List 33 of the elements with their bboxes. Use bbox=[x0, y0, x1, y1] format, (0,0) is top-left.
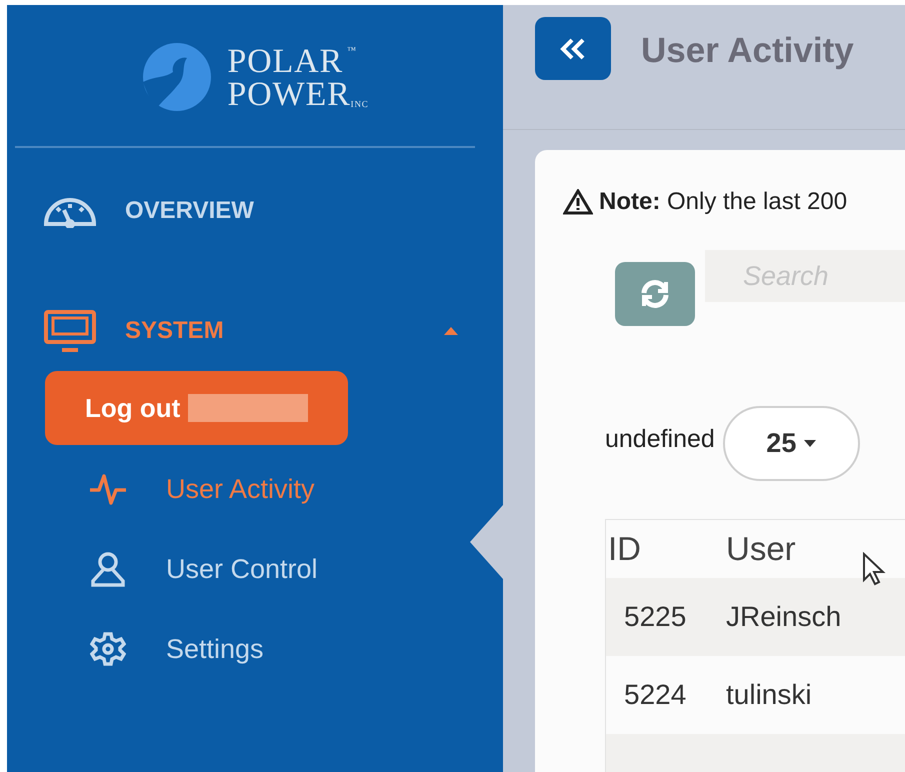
page-size-label: undefined bbox=[605, 424, 715, 455]
mouse-pointer-icon bbox=[862, 552, 886, 586]
column-header[interactable]: ID bbox=[606, 524, 726, 574]
pulse-icon bbox=[89, 472, 127, 506]
table-cell-text: JReinsch bbox=[726, 600, 842, 634]
logo-text: POLAR bbox=[227, 44, 344, 78]
table-cell-text: 5225 bbox=[623, 600, 688, 634]
subnav-item[interactable]: Settings bbox=[7, 609, 503, 689]
page-title: User Activity bbox=[641, 30, 854, 72]
table-cell-text: tulinski bbox=[726, 678, 813, 712]
page-size-dropdown[interactable]: 25 bbox=[722, 406, 860, 481]
caret-up-icon bbox=[444, 327, 458, 335]
nav-item[interactable]: SYSTEM bbox=[7, 301, 503, 361]
monitor-icon bbox=[43, 309, 97, 353]
refresh-icon bbox=[639, 279, 671, 309]
nav-item[interactable]: OVERVIEW bbox=[7, 181, 503, 241]
table-cell-text: 5224 bbox=[623, 678, 688, 712]
caret-down-icon bbox=[804, 440, 816, 447]
trademark-sign: ™ bbox=[347, 44, 357, 54]
logo-suffix: INC bbox=[350, 98, 369, 110]
subnav-item[interactable]: User Activity bbox=[7, 449, 503, 529]
column-header[interactable]: User bbox=[726, 524, 905, 574]
logout-button[interactable]: Log out bbox=[45, 371, 348, 445]
logo-text: POWER bbox=[227, 78, 351, 110]
settings-icon bbox=[90, 631, 126, 667]
user-icon bbox=[89, 551, 127, 587]
subnav-item[interactable]: User Control bbox=[7, 529, 503, 609]
logo-icon bbox=[141, 42, 212, 114]
note-text: Note: Only the last 200 bbox=[599, 187, 848, 217]
warning-icon bbox=[563, 189, 593, 215]
double-chevron-left-icon bbox=[560, 38, 586, 60]
refresh-button[interactable] bbox=[615, 262, 695, 326]
collapse-button[interactable] bbox=[535, 17, 611, 80]
